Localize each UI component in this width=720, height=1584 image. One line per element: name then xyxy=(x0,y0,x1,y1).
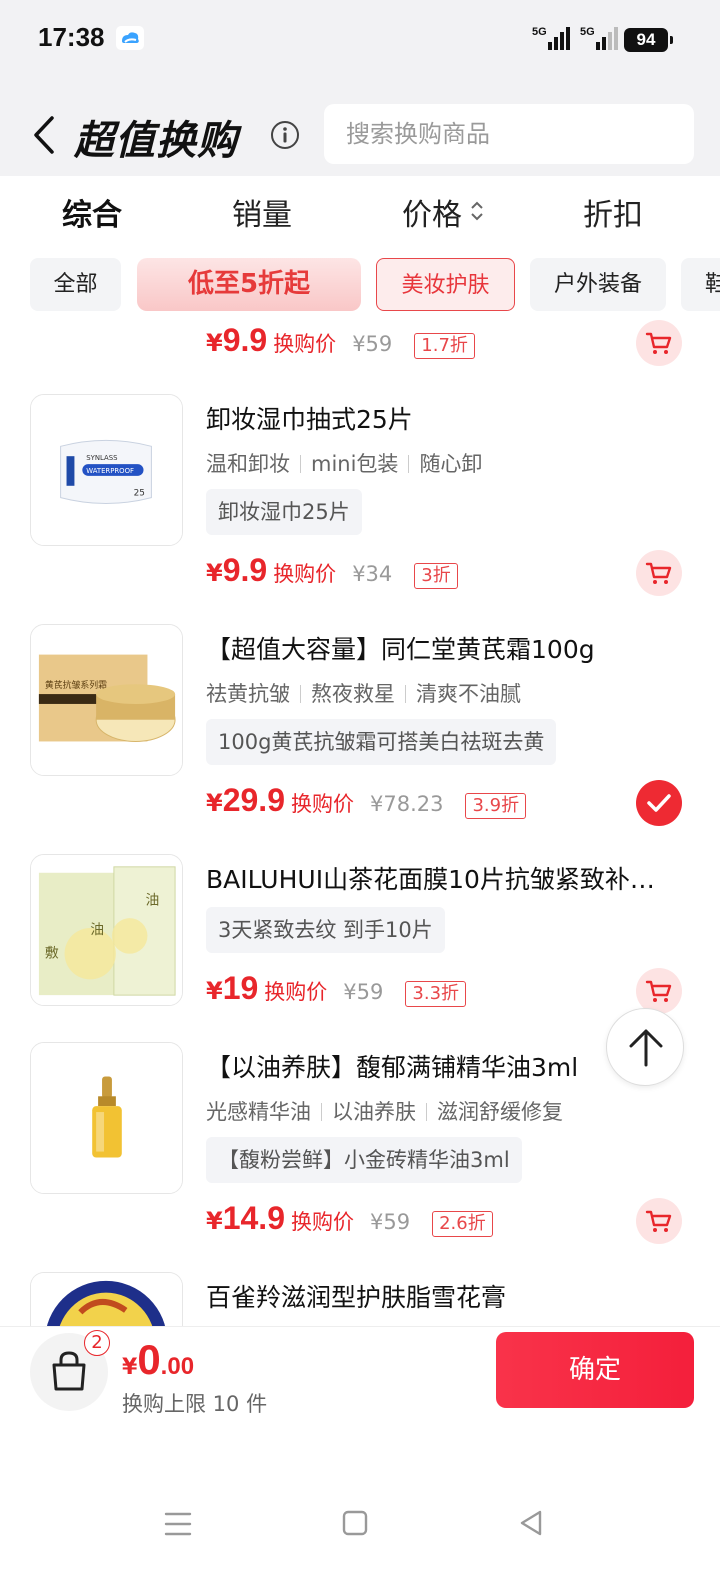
discount-tag: 3.9折 xyxy=(465,793,527,819)
product-features: 温和卸妆 mini包装 随心卸 xyxy=(206,448,482,478)
battery-indicator: 94 xyxy=(624,28,673,52)
feature-text: 光感精华油 xyxy=(206,1100,311,1124)
chip-shoes[interactable]: 鞋 xyxy=(681,258,720,311)
product-features: 光感精华油 以油养肤 滋润舒缓修复 xyxy=(206,1096,563,1126)
product-price-row: ¥29.9 换购价 ¥78.23 3.9折 xyxy=(206,782,527,826)
product-subtag: 100g黄芪抗皱霜可搭美白祛斑去黄 xyxy=(206,719,557,765)
yen-symbol: ¥ xyxy=(206,329,223,357)
product-name[interactable]: 【以油养肤】馥郁满铺精华油3ml xyxy=(206,1048,676,1084)
product-name[interactable]: BAILUHUI山茶花面膜10片抗皱紧致补水保湿 xyxy=(206,860,676,896)
discount-tag: 1.7折 xyxy=(414,333,475,359)
svg-text:敷: 敷 xyxy=(45,946,59,962)
product-subtag: 卸妆湿巾25片 xyxy=(206,489,362,535)
tab-price[interactable]: 价格 xyxy=(402,190,462,234)
cart-add-icon[interactable] xyxy=(636,320,682,366)
feature-text: 祛黄抗皱 xyxy=(206,682,290,706)
exchange-price: 9.9 xyxy=(222,322,268,358)
svg-text:25: 25 xyxy=(134,489,145,499)
cart-add-icon[interactable] xyxy=(636,1198,682,1244)
original-price: ¥59 xyxy=(369,1210,411,1234)
chip-all[interactable]: 全部 xyxy=(30,258,121,311)
feature-text: 清爽不油腻 xyxy=(416,682,521,706)
svg-text:5G: 5G xyxy=(532,26,547,38)
back-arrow-icon[interactable] xyxy=(30,112,60,158)
product-image-mask[interactable]: 油 油 敷 xyxy=(30,854,183,1006)
price-label: 换购价 xyxy=(290,792,354,816)
info-icon[interactable] xyxy=(270,120,300,150)
svg-text:油: 油 xyxy=(90,922,104,938)
product-price-row: ¥14.9 换购价 ¥59 2.6折 xyxy=(206,1200,493,1244)
menu-nav-icon[interactable] xyxy=(164,1506,192,1542)
svg-text:WATERPROOF: WATERPROOF xyxy=(86,467,134,475)
total-integer: 0 xyxy=(137,1336,161,1383)
product-features: 祛黄抗皱 熬夜救星 清爽不油腻 xyxy=(206,678,521,708)
cart-add-icon[interactable] xyxy=(636,550,682,596)
yen-symbol: ¥ xyxy=(206,559,223,587)
svg-text:黄芪抗皱系列霜: 黄芪抗皱系列霜 xyxy=(45,679,107,691)
tab-discount[interactable]: 折扣 xyxy=(583,190,643,234)
product-image-cream[interactable]: 黄芪抗皱系列霜 xyxy=(30,624,183,776)
chip-outdoor-gear[interactable]: 户外装备 xyxy=(530,258,666,311)
product-image-cream-tin[interactable] xyxy=(30,1272,183,1332)
exchange-limit-text: 换购上限 10 件 xyxy=(122,1392,268,1416)
product-price-row: ¥9.9 换购价 ¥34 3折 xyxy=(206,552,458,596)
total-decimal: .00 xyxy=(160,1353,195,1380)
exchange-price: 19 xyxy=(222,970,259,1006)
discount-tag: 3折 xyxy=(414,563,458,589)
page-title: 超值换购 xyxy=(74,119,238,163)
feature-text: 滋润舒缓修复 xyxy=(437,1100,563,1124)
feature-text: 温和卸妆 xyxy=(206,452,290,476)
product-image-wipes[interactable]: SYNLASS WATERPROOF 25 xyxy=(30,394,183,546)
yen-symbol: ¥ xyxy=(206,789,223,817)
feature-text: mini包装 xyxy=(311,452,399,476)
product-subtag: 3天紧致去纹 到手10片 xyxy=(206,907,445,953)
product-name[interactable]: 卸妆湿巾抽式25片 xyxy=(206,400,676,436)
signal-5g-icon: 5G xyxy=(530,24,572,52)
original-price: ¥59 xyxy=(343,980,384,1004)
original-price: ¥78.23 xyxy=(369,792,444,816)
price-label: 换购价 xyxy=(273,332,337,356)
exchange-price: 29.9 xyxy=(222,782,285,818)
exchange-price: 14.9 xyxy=(222,1200,285,1236)
price-label: 换购价 xyxy=(290,1210,354,1234)
yen-symbol: ¥ xyxy=(206,1207,223,1235)
confirm-button[interactable]: 确定 xyxy=(496,1332,694,1408)
product-name[interactable]: 【超值大容量】同仁堂黄芪霜100g xyxy=(206,630,676,666)
feature-text: 熬夜救星 xyxy=(311,682,395,706)
chip-promo-50off[interactable]: 低至5折起 xyxy=(137,258,361,311)
status-time: 17:38 xyxy=(38,22,105,52)
sort-updown-icon xyxy=(468,198,486,224)
scroll-to-top-button[interactable] xyxy=(606,1008,684,1086)
cart-count-badge: 2 xyxy=(84,1330,110,1356)
search-input[interactable]: 搜索换购商品 xyxy=(324,104,694,164)
svg-text:SYNLASS: SYNLASS xyxy=(86,454,117,462)
product-name[interactable]: 百雀羚滋润型护肤脂雪花膏 xyxy=(206,1278,676,1314)
total-price: ¥0.00 xyxy=(122,1336,194,1384)
yen-symbol: ¥ xyxy=(206,977,223,1005)
discount-tag: 2.6折 xyxy=(432,1211,493,1237)
price-label: 换购价 xyxy=(264,980,328,1004)
exchange-price: 9.9 xyxy=(222,552,268,588)
tab-comprehensive[interactable]: 综合 xyxy=(62,190,122,234)
back-nav-icon[interactable] xyxy=(518,1506,544,1542)
home-nav-icon[interactable] xyxy=(342,1506,368,1542)
feature-text: 随心卸 xyxy=(419,452,483,476)
product-price-row: ¥19 换购价 ¥59 3.3折 xyxy=(206,970,467,1014)
product-subtag: 【馥粉尝鲜】小金砖精华油3ml xyxy=(206,1137,522,1183)
product-image-oil[interactable] xyxy=(30,1042,183,1194)
tab-sales[interactable]: 销量 xyxy=(232,190,292,234)
original-price: ¥59 xyxy=(352,332,393,356)
cloud-app-icon xyxy=(116,26,144,50)
svg-text:5G: 5G xyxy=(580,26,595,38)
chip-beauty-skincare[interactable]: 美妆护肤 xyxy=(376,258,515,311)
selected-check-icon[interactable] xyxy=(636,780,682,826)
svg-text:油: 油 xyxy=(145,892,159,908)
original-price: ¥34 xyxy=(352,562,393,586)
discount-tag: 3.3折 xyxy=(405,981,467,1007)
partial-item-price-row: ¥9.9 换购价 ¥59 1.7折 xyxy=(206,322,475,366)
feature-text: 以油养肤 xyxy=(332,1100,416,1124)
yen-symbol: ¥ xyxy=(122,1355,138,1380)
signal-5g-secondary-icon: 5G xyxy=(578,24,620,52)
price-label: 换购价 xyxy=(273,562,337,586)
